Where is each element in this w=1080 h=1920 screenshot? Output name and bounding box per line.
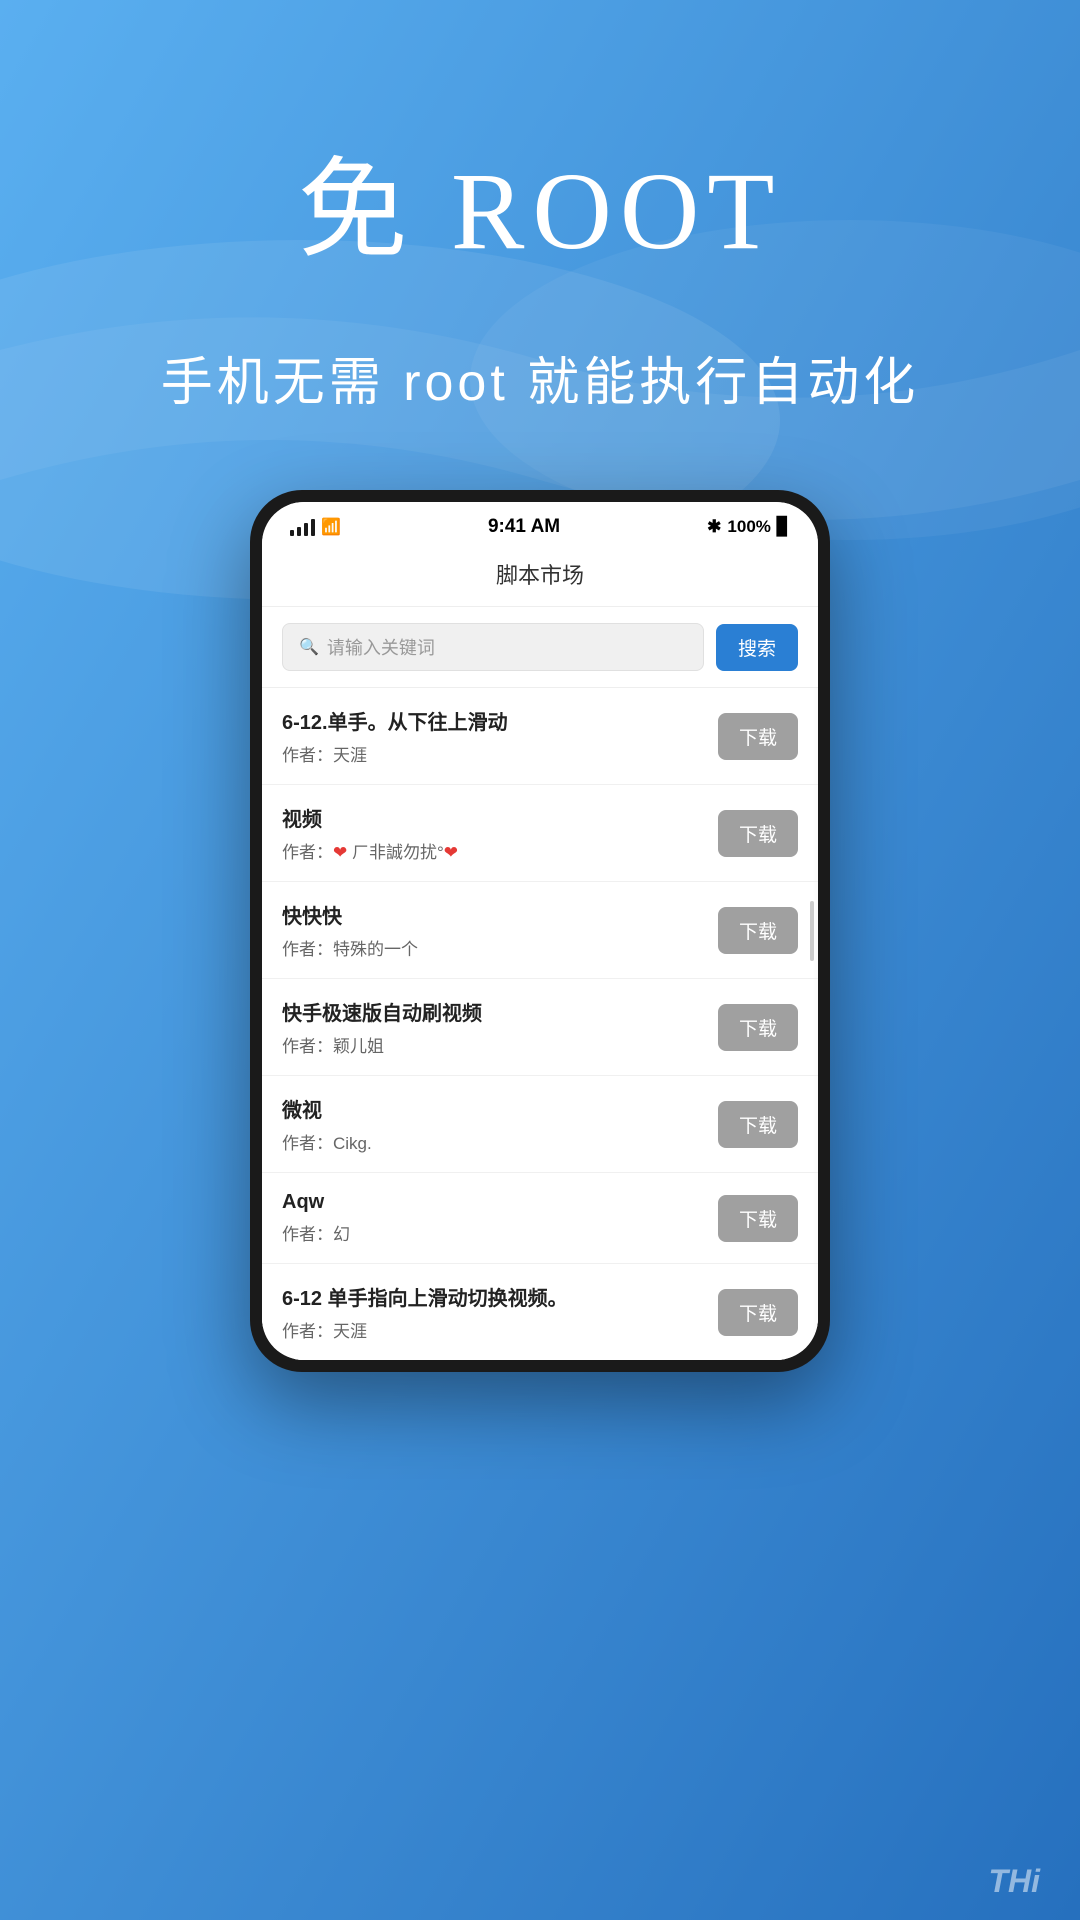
list-item: 6-12 单手指向上滑动切换视频。 作者：天涯 下载 <box>262 1264 818 1360</box>
script-author: 作者：天涯 <box>282 1317 706 1342</box>
list-item: Aqw 作者：幻 下载 <box>262 1173 818 1264</box>
script-name: 微视 <box>282 1094 706 1123</box>
app-header: 脚本市场 <box>262 546 818 607</box>
app-title: 脚本市场 <box>496 563 584 588</box>
list-item: 6-12.单手。从下往上滑动 作者：天涯 下载 <box>262 688 818 785</box>
script-author: 作者：Cikg. <box>282 1129 706 1154</box>
signal-icon <box>290 518 315 536</box>
script-author: 作者：特殊的一个 <box>282 935 706 960</box>
hero-subtitle: 手机无需 root 就能执行自动化 <box>0 340 1080 415</box>
status-right: ✱ 100% ▊ <box>707 517 790 537</box>
script-author: 作者：幻 <box>282 1220 706 1245</box>
script-author: 作者：颖儿姐 <box>282 1032 706 1057</box>
script-info: 视频 作者：❤ ㄏ非誠勿扰°❤ <box>282 803 718 863</box>
hero-section: 免 ROOT 手机无需 root 就能执行自动化 <box>0 0 1080 415</box>
list-item: 微视 作者：Cikg. 下载 <box>262 1076 818 1173</box>
status-bar: 📶 9:41 AM ✱ 100% ▊ <box>262 502 818 546</box>
list-item: 视频 作者：❤ ㄏ非誠勿扰°❤ 下载 <box>262 785 818 882</box>
script-info: 6-12.单手。从下往上滑动 作者：天涯 <box>282 706 718 766</box>
search-input-wrapper[interactable]: 🔍 请输入关键词 <box>282 623 704 671</box>
status-left: 📶 <box>290 517 341 537</box>
script-author: 作者：❤ ㄏ非誠勿扰°❤ <box>282 838 706 863</box>
script-name: 快快快 <box>282 900 706 929</box>
heart-icon-left: ❤ <box>333 843 347 862</box>
download-button[interactable]: 下载 <box>718 713 798 760</box>
download-button[interactable]: 下载 <box>718 810 798 857</box>
download-button[interactable]: 下载 <box>718 907 798 954</box>
phone-screen: 📶 9:41 AM ✱ 100% ▊ 脚本市场 🔍 请输入关键词 搜索 <box>262 502 818 1360</box>
bottom-area: THi <box>0 1800 1080 1920</box>
search-icon: 🔍 <box>299 637 319 657</box>
wifi-icon: 📶 <box>321 517 341 537</box>
heart-icon-right: ❤ <box>444 843 458 862</box>
search-button[interactable]: 搜索 <box>716 624 798 671</box>
status-time: 9:41 AM <box>488 516 560 538</box>
script-info: 6-12 单手指向上滑动切换视频。 作者：天涯 <box>282 1282 718 1342</box>
battery-icon: ▊ <box>777 517 790 537</box>
script-name: 视频 <box>282 803 706 832</box>
script-info: 快手极速版自动刷视频 作者：颖儿姐 <box>282 997 718 1057</box>
list-item: 快手极速版自动刷视频 作者：颖儿姐 下载 <box>262 979 818 1076</box>
list-item: 快快快 作者：特殊的一个 下载 <box>262 882 818 979</box>
script-name: Aqw <box>282 1191 706 1214</box>
bluetooth-icon: ✱ <box>707 517 721 537</box>
download-button[interactable]: 下载 <box>718 1101 798 1148</box>
author-label: 作者： <box>282 843 333 862</box>
download-button[interactable]: 下载 <box>718 1004 798 1051</box>
phone-mockup: 📶 9:41 AM ✱ 100% ▊ 脚本市场 🔍 请输入关键词 搜索 <box>250 490 830 1372</box>
script-author: 作者：天涯 <box>282 741 706 766</box>
hero-title: 免 ROOT <box>0 120 1080 280</box>
download-button[interactable]: 下载 <box>718 1289 798 1336</box>
scroll-indicator <box>810 901 814 961</box>
script-list: 6-12.单手。从下往上滑动 作者：天涯 下载 视频 作者：❤ ㄏ非誠勿扰°❤ … <box>262 688 818 1360</box>
script-name: 6-12 单手指向上滑动切换视频。 <box>282 1282 706 1311</box>
script-info: 微视 作者：Cikg. <box>282 1094 718 1154</box>
download-button[interactable]: 下载 <box>718 1195 798 1242</box>
search-area: 🔍 请输入关键词 搜索 <box>262 607 818 688</box>
watermark: THi <box>988 1863 1040 1900</box>
battery-percentage: 100% <box>727 517 770 537</box>
author-name: ㄏ非誠勿扰° <box>347 843 444 862</box>
phone-frame: 📶 9:41 AM ✱ 100% ▊ 脚本市场 🔍 请输入关键词 搜索 <box>250 490 830 1372</box>
script-name: 快手极速版自动刷视频 <box>282 997 706 1026</box>
search-input[interactable]: 请输入关键词 <box>327 634 435 660</box>
script-name: 6-12.单手。从下往上滑动 <box>282 706 706 735</box>
script-info: 快快快 作者：特殊的一个 <box>282 900 718 960</box>
script-info: Aqw 作者：幻 <box>282 1191 718 1245</box>
